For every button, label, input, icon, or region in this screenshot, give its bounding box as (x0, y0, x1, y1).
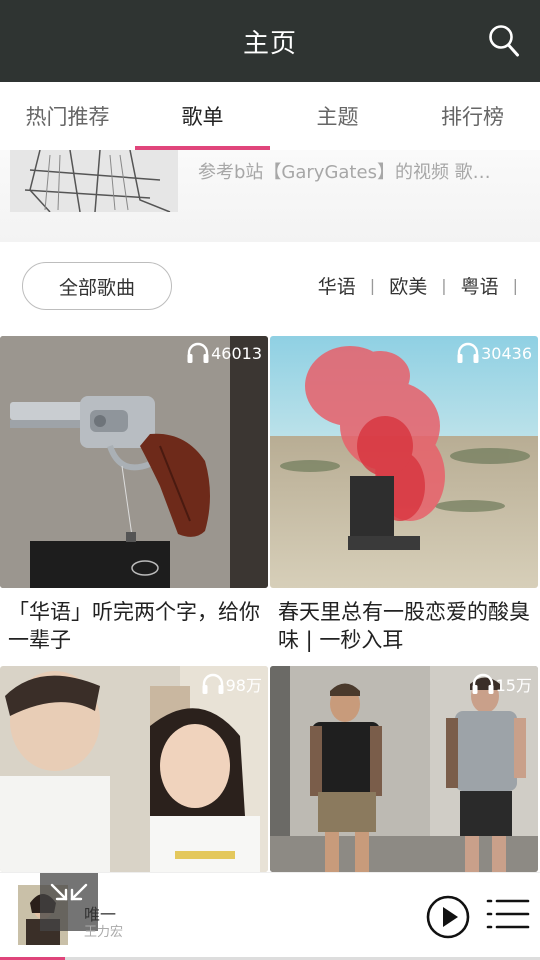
tab-themes[interactable]: 主题 (270, 82, 405, 150)
headphones-icon (202, 673, 224, 694)
mini-player[interactable]: 唯一 王力宏 (0, 872, 540, 960)
banner-image (10, 150, 178, 212)
featured-banner[interactable]: 参考b站【GaryGates】的视频 歌… (0, 150, 540, 242)
playlist-cover (0, 336, 268, 588)
play-count-value: 30436 (481, 343, 532, 363)
headphones-icon (187, 342, 209, 363)
all-songs-button[interactable]: 全部歌曲 (22, 262, 172, 310)
playlist-title: 春天里总有一股恋爱的酸臭味 | 一秒入耳 (278, 600, 530, 652)
category-cantonese[interactable]: 粤语 (447, 272, 513, 299)
play-button[interactable] (426, 895, 470, 939)
play-count-value: 46013 (211, 343, 262, 363)
app-header: 主页 (0, 0, 540, 82)
tab-bar: 热门推荐 歌单 主题 排行榜 (0, 82, 540, 150)
playlist-cover (270, 336, 538, 588)
play-count-value: 98万 (225, 676, 262, 695)
artist-name: 王力宏 (84, 925, 124, 940)
playlist-title: 「华语」听完两个字，给你一辈子 (8, 600, 260, 652)
play-count-value: 15万 (495, 676, 532, 695)
headphones-icon (457, 342, 479, 363)
play-count: 30436 (456, 342, 532, 364)
filter-row: 全部歌曲 华语 | 欧美 | 粤语 | (0, 262, 540, 312)
play-count: 46013 (186, 342, 262, 364)
tab-playlists[interactable]: 歌单 (135, 82, 270, 150)
playlist-cover (0, 666, 268, 872)
menu-list-icon (486, 899, 530, 929)
playlist-button[interactable] (486, 895, 530, 935)
play-count: 15万 (471, 672, 532, 696)
tab-rankings[interactable]: 排行榜 (405, 82, 540, 150)
play-count: 98万 (201, 672, 262, 696)
search-icon[interactable] (488, 24, 520, 58)
category-mandarin[interactable]: 华语 (304, 272, 370, 299)
play-icon (426, 895, 470, 939)
headphones-icon (472, 673, 494, 694)
category-separator: | (512, 276, 518, 295)
playlist-cover (270, 666, 538, 872)
banner-description: 参考b站【GaryGates】的视频 歌… (198, 162, 491, 183)
category-western[interactable]: 欧美 (375, 272, 441, 299)
category-list: 华语 | 欧美 | 粤语 | (304, 272, 518, 299)
tab-hot[interactable]: 热门推荐 (0, 82, 135, 150)
page-title: 主页 (242, 28, 297, 59)
